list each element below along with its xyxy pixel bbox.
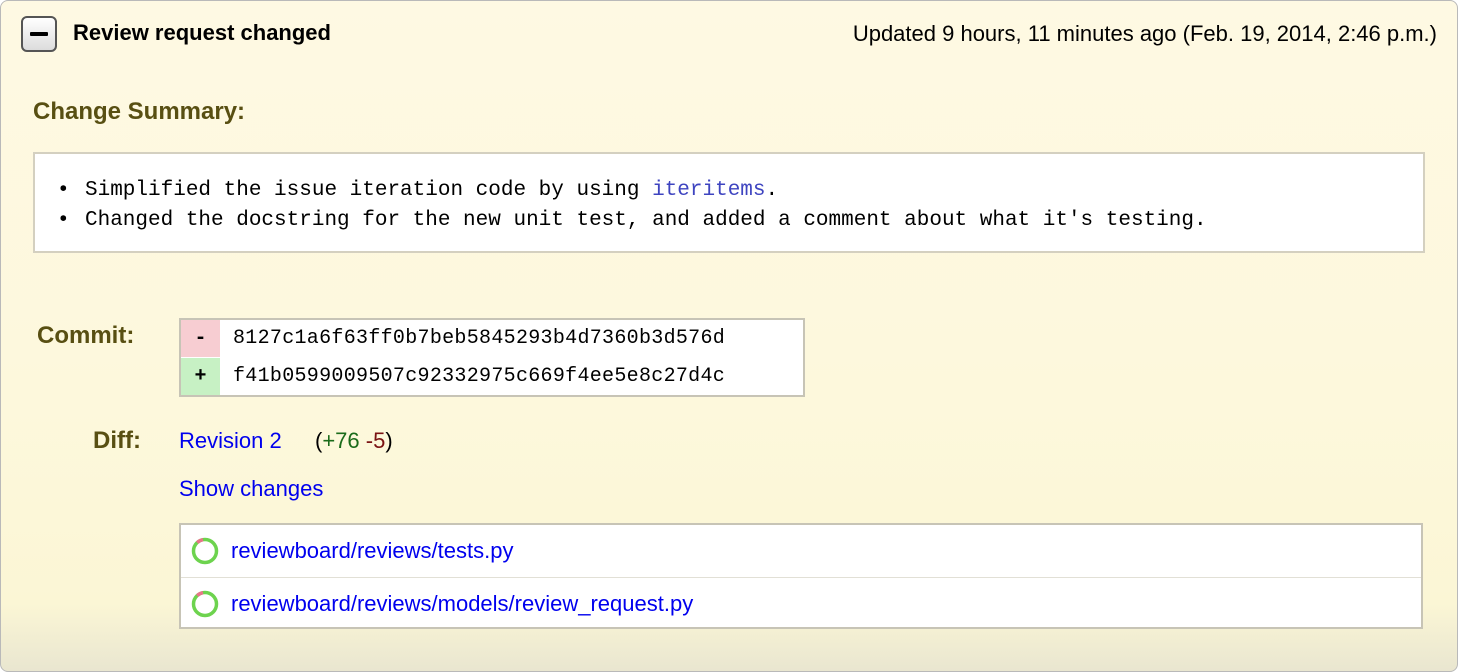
change-summary-heading: Change Summary:	[33, 98, 246, 125]
iteritems-link[interactable]: iteritems	[652, 179, 765, 202]
added-sign: +	[181, 358, 220, 395]
file-link[interactable]: reviewboard/reviews/tests.py	[231, 538, 513, 564]
diff-ratio-icon	[191, 537, 219, 565]
box-header: Review request changed Updated 9 hours, …	[1, 1, 1457, 69]
commit-old-row: - 8127c1a6f63ff0b7beb5845293b4d7360b3d57…	[181, 320, 803, 357]
bullet: •	[57, 209, 70, 232]
insertions-count: +76	[322, 428, 360, 453]
deletions-count: -5	[365, 428, 386, 453]
updated-timestamp: Updated 9 hours, 11 minutes ago (Feb. 19…	[852, 21, 1437, 46]
change-summary-text: Simplified the issue iteration code by u…	[85, 179, 653, 202]
change-summary-item: • Changed the docstring for the new unit…	[57, 206, 1207, 236]
minus-icon	[30, 32, 48, 36]
change-summary-list: • Simplified the issue iteration code by…	[57, 176, 1207, 236]
new-commit-hash: f41b0599009507c92332975c669f4ee5e8c27d4c	[233, 365, 726, 388]
change-summary-text: .	[765, 179, 779, 202]
change-summary-box: • Simplified the issue iteration code by…	[33, 152, 1425, 253]
change-summary-text: Changed the docstring for the new unit t…	[85, 209, 1207, 232]
review-request-changed-box: Review request changed Updated 9 hours, …	[0, 0, 1458, 672]
changed-files-list: reviewboard/reviews/tests.py reviewboard…	[179, 523, 1423, 629]
show-changes-link[interactable]: Show changes	[179, 476, 323, 502]
stats-close: )	[385, 428, 393, 453]
diff-ratio-icon	[191, 590, 219, 618]
diff-label: Diff:	[93, 427, 141, 454]
bullet: •	[57, 179, 70, 202]
file-row: reviewboard/reviews/models/review_reques…	[181, 577, 1421, 629]
file-row: reviewboard/reviews/tests.py	[181, 525, 1421, 576]
diff-stats: (+76 -5)	[315, 428, 393, 454]
removed-sign: -	[181, 320, 220, 357]
box-title: Review request changed	[73, 20, 331, 45]
old-commit-hash: 8127c1a6f63ff0b7beb5845293b4d7360b3d576d	[233, 327, 726, 350]
commit-label: Commit:	[37, 322, 135, 349]
file-link[interactable]: reviewboard/reviews/models/review_reques…	[231, 591, 693, 617]
commit-box: - 8127c1a6f63ff0b7beb5845293b4d7360b3d57…	[179, 318, 805, 397]
commit-new-row: + f41b0599009507c92332975c669f4ee5e8c27d…	[181, 358, 803, 395]
revision-link[interactable]: Revision 2	[179, 428, 282, 454]
change-summary-item: • Simplified the issue iteration code by…	[57, 176, 1207, 206]
collapse-button[interactable]	[21, 16, 57, 52]
